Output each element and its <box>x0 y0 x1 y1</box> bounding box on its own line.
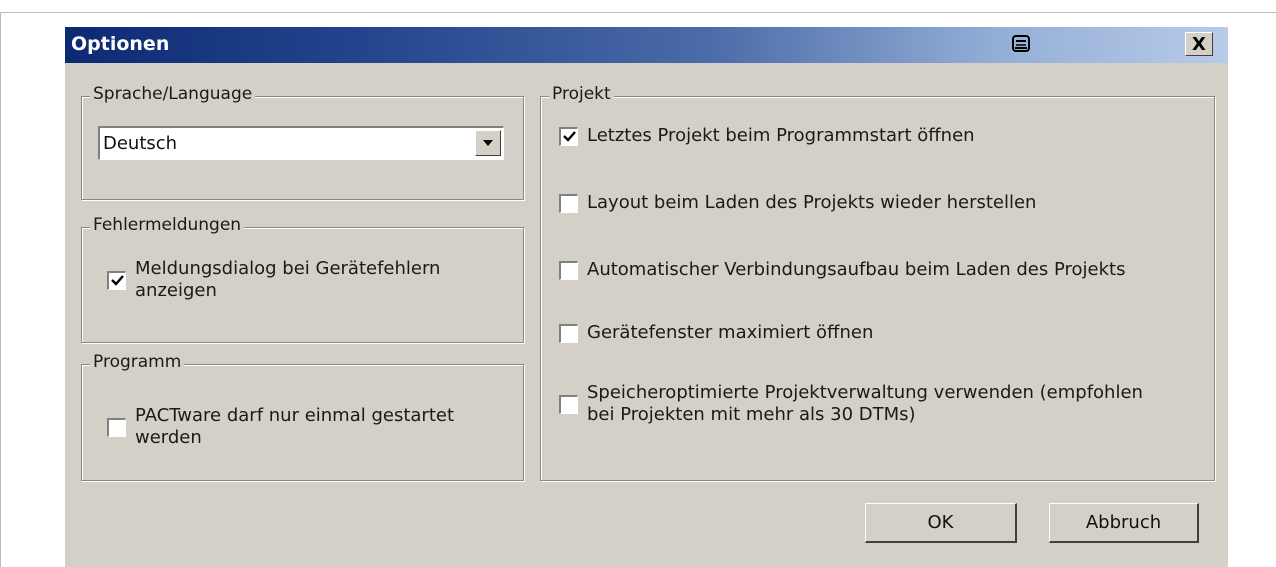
ok-button[interactable]: OK <box>865 503 1017 543</box>
project-option-memory-optimized[interactable]: Speicheroptimierte Projektverwaltung ver… <box>559 382 1143 426</box>
close-icon: X <box>1192 33 1206 55</box>
project-group-legend: Projekt <box>549 84 614 104</box>
single-instance-option[interactable]: PACTware darf nur einmal gestartet werde… <box>107 405 454 449</box>
single-instance-label-line2: werden <box>135 427 202 448</box>
project-option-auto-connect[interactable]: Automatischer Verbindungsaufbau beim Lad… <box>559 259 1125 281</box>
page-border-left <box>0 12 1 567</box>
single-instance-label-line1: PACTware darf nur einmal gestartet <box>135 405 455 426</box>
language-select[interactable]: Deutsch <box>98 126 504 160</box>
project-option-open-last-label: Letztes Projekt beim Programmstart öffne… <box>587 125 975 146</box>
project-option-maximize-device-checkbox[interactable] <box>559 323 578 343</box>
title-bar[interactable]: Optionen X <box>65 27 1228 63</box>
chevron-down-icon[interactable] <box>475 130 501 156</box>
project-option-open-last-checkbox[interactable] <box>559 126 578 146</box>
program-group: Programm PACTware darf nur einmal gestar… <box>81 352 524 481</box>
ok-button-label: OK <box>927 512 954 533</box>
program-group-legend: Programm <box>90 352 185 372</box>
show-error-dialog-checkbox[interactable] <box>107 270 126 290</box>
help-icon[interactable] <box>1010 33 1032 55</box>
project-group: Projekt Letztes Projekt beim Programmsta… <box>540 84 1215 481</box>
errors-group-legend: Fehlermeldungen <box>90 215 245 235</box>
project-option-memory-optimized-label-line2: bei Projekten mit mehr als 30 DTMs) <box>587 404 916 425</box>
project-option-memory-optimized-label-line1: Speicheroptimierte Projektverwaltung ver… <box>587 382 1143 403</box>
page-border-top <box>0 12 1276 13</box>
check-icon <box>562 131 576 142</box>
single-instance-checkbox[interactable] <box>107 417 126 437</box>
project-option-maximize-device[interactable]: Gerätefenster maximiert öffnen <box>559 322 873 344</box>
cancel-button[interactable]: Abbruch <box>1049 503 1199 543</box>
show-error-dialog-label-line2: anzeigen <box>135 280 217 301</box>
project-option-restore-layout-label: Layout beim Laden des Projekts wieder he… <box>587 192 1037 213</box>
check-icon <box>110 275 124 286</box>
close-button[interactable]: X <box>1185 32 1213 56</box>
project-option-restore-layout[interactable]: Layout beim Laden des Projekts wieder he… <box>559 192 1036 214</box>
errors-group: Fehlermeldungen Meldungsdialog bei Gerät… <box>81 215 524 343</box>
options-dialog: Optionen X Sprache/Language Deutsch Fehl… <box>64 27 1228 567</box>
project-option-restore-layout-checkbox[interactable] <box>559 193 578 213</box>
project-option-open-last[interactable]: Letztes Projekt beim Programmstart öffne… <box>559 125 975 147</box>
show-error-dialog-label-line1: Meldungsdialog bei Gerätefehlern <box>135 258 441 279</box>
project-option-auto-connect-checkbox[interactable] <box>559 260 578 280</box>
language-group: Sprache/Language Deutsch <box>81 84 524 200</box>
dialog-title: Optionen <box>71 33 170 55</box>
cancel-button-label: Abbruch <box>1085 512 1162 533</box>
project-option-maximize-device-label: Gerätefenster maximiert öffnen <box>587 322 874 343</box>
project-option-memory-optimized-checkbox[interactable] <box>559 394 578 414</box>
language-group-legend: Sprache/Language <box>90 84 256 104</box>
project-option-auto-connect-label: Automatischer Verbindungsaufbau beim Lad… <box>587 259 1126 280</box>
show-error-dialog-option[interactable]: Meldungsdialog bei Gerätefehlern anzeige… <box>107 258 440 302</box>
language-select-value: Deutsch <box>103 133 178 154</box>
